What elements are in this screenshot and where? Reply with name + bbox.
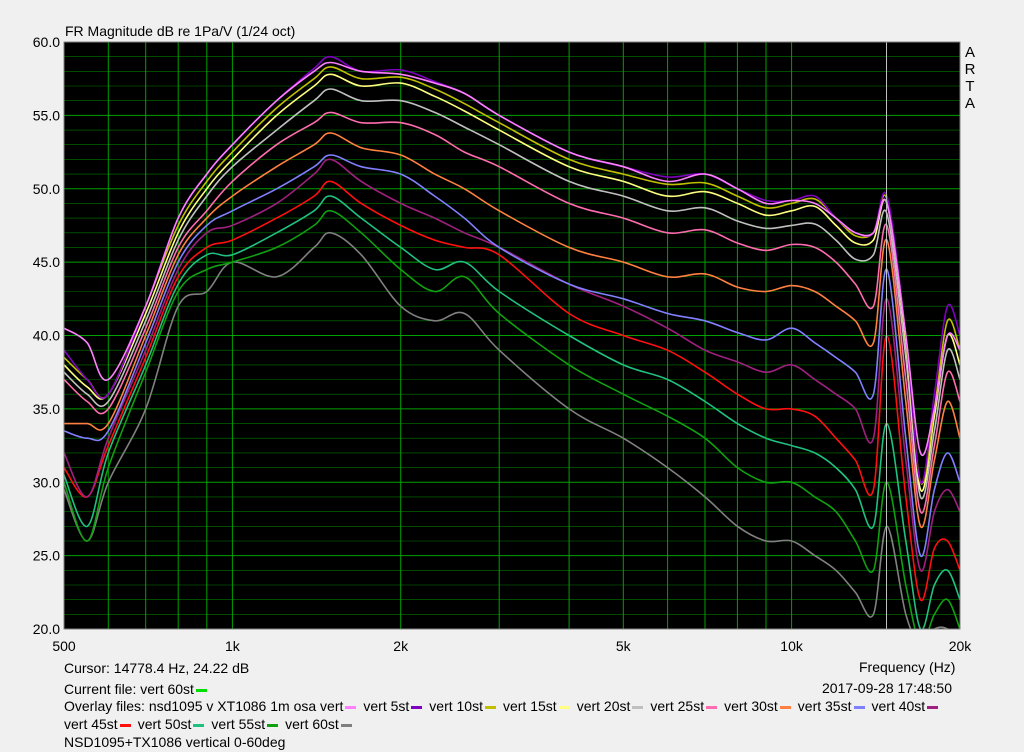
- legend-label: vert 60st: [285, 716, 339, 732]
- legend-swatch: [632, 705, 644, 709]
- y-tick-labels: 20.0 25.0 30.0 35.0 40.0 45.0 50.0 55.0 60.0: [33, 34, 60, 637]
- legend-item: vert 10st: [429, 697, 499, 715]
- legend-item: vert 45st: [64, 715, 134, 733]
- x-tick-label: 500: [52, 638, 76, 654]
- legend-swatch: [558, 705, 570, 709]
- legend-swatch: [927, 705, 939, 709]
- y-tick-label: 55.0: [33, 107, 60, 123]
- cursor-readout: Cursor: 14778.4 Hz, 24.22 dB: [64, 660, 250, 676]
- legend-label: vert 35st: [797, 698, 852, 714]
- legend-item: vert 60st: [285, 715, 355, 733]
- arta-logo: ARTA: [965, 44, 976, 112]
- x-tick-label: 10k: [780, 638, 804, 654]
- legend-label: vert 30st: [724, 698, 778, 714]
- legend-item: vert 40st: [872, 697, 942, 715]
- legend-swatch: [706, 705, 718, 709]
- legend-swatch: [119, 723, 131, 727]
- footer-label: NSD1095+TX1086 vertical 0-60deg: [64, 734, 286, 750]
- legend-item: vert 25st: [650, 697, 720, 715]
- arta-letter: R: [965, 61, 976, 78]
- legend-item: vert 35st: [798, 697, 868, 715]
- legend-item: vert 55st: [211, 715, 281, 733]
- y-tick-label: 30.0: [33, 474, 60, 490]
- legend-item: vert 5st: [363, 697, 425, 715]
- overlay-prefix: Overlay files:: [64, 698, 149, 714]
- legend-label: vert 10st: [429, 698, 483, 714]
- y-tick-label: 45.0: [33, 254, 60, 270]
- legend-label: vert 20st: [576, 698, 631, 714]
- y-tick-label: 25.0: [33, 548, 60, 564]
- y-tick-label: 50.0: [33, 181, 60, 197]
- legend-swatch: [340, 723, 352, 727]
- legend-label: vert 25st: [650, 698, 705, 714]
- legend-label: vert 45st: [64, 716, 118, 732]
- current-file: Current file: vert 60st: [64, 680, 210, 698]
- legend-label: vert 5st: [363, 698, 410, 714]
- chart-title: FR Magnitude dB re 1Pa/V (1/24 oct): [65, 23, 295, 39]
- legend-item: vert 15st: [503, 697, 573, 715]
- arta-letter: A: [965, 95, 975, 112]
- legend-item: vert 50st: [138, 715, 208, 733]
- legend-item: vert 30st: [724, 697, 794, 715]
- x-tick-label: 5k: [616, 638, 632, 654]
- legend-swatch: [779, 705, 791, 709]
- y-tick-label: 40.0: [33, 328, 60, 344]
- chart-svg: FR Magnitude dB re 1Pa/V (1/24 oct) 20.0…: [33, 23, 976, 654]
- legend-label: nsd1095 v XT1086 1m osa vert: [148, 698, 344, 714]
- legend-item: nsd1095 v XT1086 1m osa vert: [149, 697, 360, 715]
- legend-label: vert 50st: [137, 716, 192, 732]
- legend-label: vert 15st: [502, 698, 557, 714]
- legend-swatch: [345, 705, 357, 709]
- current-file-label: Current file: vert 60st: [64, 681, 194, 697]
- legend-item: vert 20st: [577, 697, 647, 715]
- legend-swatch: [484, 705, 496, 709]
- legend-swatch: [267, 723, 279, 727]
- legend-swatch: [853, 705, 865, 709]
- x-tick-labels: 500 1k 2k 5k 10k 20k: [52, 638, 972, 654]
- legend-label: vert 55st: [211, 716, 266, 732]
- y-tick-label: 35.0: [33, 401, 60, 417]
- overlay-legend: Overlay files: nsd1095 v XT1086 1m osa v…: [64, 697, 964, 733]
- legend-swatch: [193, 723, 205, 727]
- x-tick-label: 20k: [949, 638, 973, 654]
- arta-letter: A: [965, 44, 975, 61]
- y-tick-label: 60.0: [33, 34, 60, 50]
- current-file-swatch: [195, 688, 207, 692]
- date-time: 2017-09-28 17:48:50: [822, 680, 952, 696]
- x-tick-label: 2k: [393, 638, 409, 654]
- arta-letter: T: [965, 78, 974, 95]
- x-tick-label: 1k: [225, 638, 241, 654]
- legend-swatch: [411, 705, 423, 709]
- y-tick-label: 20.0: [33, 621, 60, 637]
- frequency-axis-label: Frequency (Hz): [859, 659, 956, 675]
- legend-label: vert 40st: [871, 698, 926, 714]
